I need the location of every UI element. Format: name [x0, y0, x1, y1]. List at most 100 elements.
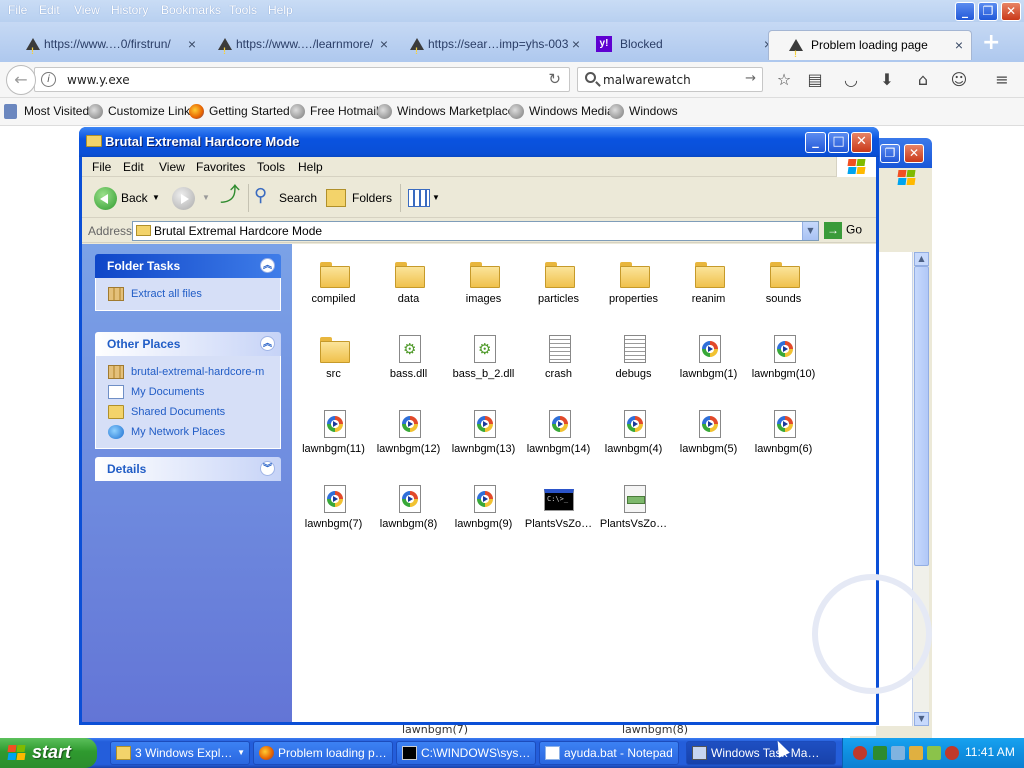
reload-icon[interactable]: ↻: [548, 70, 561, 88]
new-tab-button[interactable]: +: [982, 30, 1000, 55]
start-button[interactable]: start: [0, 738, 97, 768]
menu-favorites[interactable]: Favorites: [196, 160, 245, 174]
security-icon[interactable]: [945, 746, 959, 760]
folders-button[interactable]: Folders: [352, 186, 392, 210]
forward-dropdown-icon[interactable]: ▼: [202, 186, 210, 210]
bookmark-getting-started[interactable]: Getting Started: [189, 104, 290, 119]
file-item[interactable]: PlantsVsZo…: [521, 477, 596, 549]
green-tray-icon[interactable]: [873, 746, 887, 760]
file-item[interactable]: bass.dll: [371, 327, 446, 399]
task-task-manager[interactable]: Windows Task Ma…: [686, 741, 836, 765]
file-item[interactable]: lawnbgm(6): [746, 402, 821, 474]
back-dropdown-icon[interactable]: ▼: [152, 186, 160, 210]
task-cmd[interactable]: C:\WINDOWS\sys…: [396, 741, 536, 765]
scrollbar-thumb[interactable]: [914, 266, 929, 566]
address-dropdown-icon[interactable]: ▼: [802, 222, 818, 240]
menu-tools[interactable]: Tools: [257, 160, 285, 174]
file-item[interactable]: lawnbgm(14): [521, 402, 596, 474]
info-icon[interactable]: i: [41, 72, 56, 87]
file-item[interactable]: reanim: [671, 252, 746, 324]
file-item[interactable]: images: [446, 252, 521, 324]
file-item[interactable]: crash: [521, 327, 596, 399]
tab-learnmore[interactable]: https://www.…/learnmore/ ×: [192, 32, 396, 58]
file-item[interactable]: lawnbgm(11): [296, 402, 371, 474]
menu-view[interactable]: View: [74, 3, 100, 17]
forward-arrow-icon[interactable]: [172, 187, 195, 210]
file-item[interactable]: debugs: [596, 327, 671, 399]
file-item[interactable]: lawnbgm(8): [371, 477, 446, 549]
folder-tasks-header[interactable]: Folder Tasks ︽: [95, 254, 281, 278]
url-text[interactable]: www.y.exe: [67, 73, 130, 87]
menu-view[interactable]: View: [159, 160, 185, 174]
home-icon[interactable]: ⌂: [914, 71, 932, 89]
details-header[interactable]: Details ︾: [95, 457, 281, 481]
tab-blocked[interactable]: y! Blocked ×: [576, 32, 780, 58]
collapse-icon[interactable]: ︽: [260, 258, 275, 273]
close-button[interactable]: ✕: [851, 132, 872, 153]
tab-firstrun[interactable]: https://www.…0/firstrun/ ×: [0, 32, 204, 58]
restore-button[interactable]: ❐: [880, 144, 900, 163]
shield-icon[interactable]: [853, 746, 867, 760]
back-arrow-icon[interactable]: [94, 187, 117, 210]
clock[interactable]: 11:41 AM: [965, 745, 1015, 759]
extract-all-files-link[interactable]: Extract all files: [108, 284, 280, 304]
scroll-down-icon[interactable]: ▼: [914, 712, 929, 726]
bookmark-customize-links[interactable]: Customize Links: [88, 104, 196, 119]
place-parent-folder[interactable]: brutal-extremal-hardcore-m: [108, 362, 280, 382]
search-input[interactable]: malwarewatch: [603, 73, 691, 87]
file-item[interactable]: data: [371, 252, 446, 324]
up-folder-icon[interactable]: ⤴: [220, 183, 240, 207]
search-go-icon[interactable]: →: [745, 71, 756, 86]
back-button[interactable]: Back: [121, 186, 148, 210]
file-item[interactable]: lawnbgm(13): [446, 402, 521, 474]
file-item[interactable]: lawnbgm(7): [296, 477, 371, 549]
folders-icon[interactable]: [326, 189, 346, 207]
explorer-window[interactable]: Brutal Extremal Hardcore Mode _ □ ✕ File…: [79, 127, 932, 725]
task-windows-explorer[interactable]: 3 Windows Expl… ▼: [110, 741, 250, 765]
file-item[interactable]: particles: [521, 252, 596, 324]
file-item[interactable]: src: [296, 327, 371, 399]
task-firefox[interactable]: Problem loading p…: [253, 741, 393, 765]
maximize-button[interactable]: □: [828, 132, 849, 153]
file-item[interactable]: sounds: [746, 252, 821, 324]
menu-help[interactable]: Help: [268, 3, 293, 17]
pocket-icon[interactable]: ◡: [842, 71, 860, 89]
other-places-header[interactable]: Other Places ︽: [95, 332, 281, 356]
bookmark-most-visited[interactable]: Most Visited: [4, 104, 89, 119]
restore-button[interactable]: ❐: [978, 2, 998, 21]
file-item[interactable]: bass_b_2.dll: [446, 327, 521, 399]
close-button[interactable]: ✕: [904, 144, 924, 163]
menu-file[interactable]: File: [8, 3, 27, 17]
back-button[interactable]: ←: [6, 65, 36, 95]
file-item[interactable]: PlantsVsZo…: [596, 477, 671, 549]
reading-list-icon[interactable]: ▤: [806, 71, 824, 89]
file-item[interactable]: lawnbgm(5): [671, 402, 746, 474]
search-button[interactable]: Search: [279, 186, 317, 210]
file-item[interactable]: lawnbgm(10): [746, 327, 821, 399]
close-button[interactable]: ✕: [1001, 2, 1021, 21]
file-item[interactable]: properties: [596, 252, 671, 324]
menu-help[interactable]: Help: [298, 160, 323, 174]
file-item[interactable]: lawnbgm(9): [446, 477, 521, 549]
minimize-button[interactable]: _: [805, 132, 826, 153]
menu-edit[interactable]: Edit: [123, 160, 144, 174]
collapse-icon[interactable]: ︽: [260, 336, 275, 351]
bookmark-windows-marketplace[interactable]: Windows Marketplace: [377, 104, 514, 119]
url-bar[interactable]: i www.y.exe ↻: [34, 67, 570, 92]
tab-problem-loading[interactable]: Problem loading page ×: [768, 30, 972, 60]
bookmark-star-icon[interactable]: ☆: [775, 71, 793, 89]
file-item[interactable]: lawnbgm(1): [671, 327, 746, 399]
views-icon[interactable]: [408, 189, 430, 207]
download-icon[interactable]: ⬇: [878, 71, 896, 89]
network-tray-icon[interactable]: [891, 746, 905, 760]
place-shared-documents[interactable]: Shared Documents: [108, 402, 280, 422]
menu-edit[interactable]: Edit: [39, 3, 60, 17]
place-my-network-places[interactable]: My Network Places: [108, 422, 280, 442]
go-button[interactable]: → Go: [824, 222, 862, 239]
minimize-button[interactable]: _: [955, 2, 975, 21]
menu-file[interactable]: File: [92, 160, 111, 174]
tab-search[interactable]: https://sear…imp=yhs-003 ×: [384, 32, 588, 58]
explorer-titlebar[interactable]: Brutal Extremal Hardcore Mode _ □ ✕: [79, 127, 879, 157]
search-bar[interactable]: malwarewatch →: [577, 67, 763, 92]
bookmark-free-hotmail[interactable]: Free Hotmail: [290, 104, 379, 119]
